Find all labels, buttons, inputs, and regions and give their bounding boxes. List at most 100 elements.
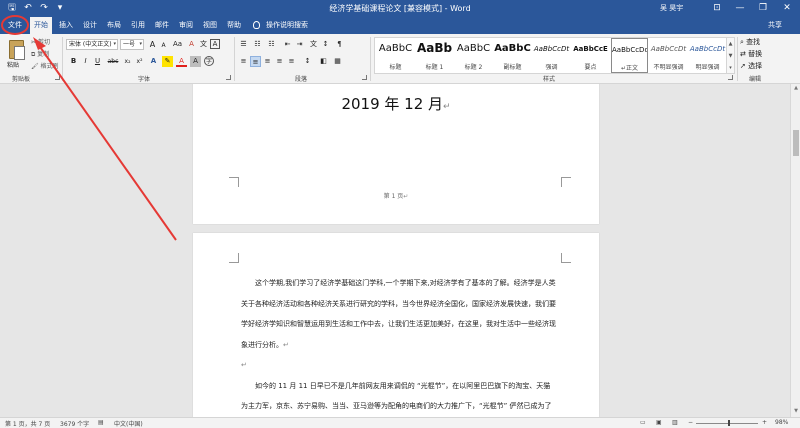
tab-references[interactable]: 引用	[128, 17, 148, 34]
distributed-button[interactable]: ≡	[286, 56, 297, 67]
word-count[interactable]: 3679 个字	[60, 419, 89, 428]
style-subtitle[interactable]: AaBbC 副标题	[494, 38, 531, 73]
scroll-thumb[interactable]	[793, 130, 799, 156]
body-text[interactable]: 这个学期,我们学习了经济学基础这门学科,一个学期下来,对经济学有了基本的了解。经…	[241, 273, 561, 417]
italic-button[interactable]: I	[80, 56, 91, 67]
document-area[interactable]: 2019 年 12 月↵ 第 1 页↵ 这个学期,我们学习了经济学基础这门学科,…	[0, 84, 790, 417]
underline-button[interactable]: U	[92, 56, 103, 67]
proofing-icon[interactable]: ▤	[98, 419, 104, 426]
font-size-combo[interactable]: 一号 ▾	[120, 39, 144, 50]
enclose-characters-button[interactable]: 字	[204, 56, 214, 66]
increase-indent-button[interactable]: ⇥	[294, 39, 305, 50]
tab-home[interactable]: 开始	[30, 17, 52, 34]
character-shading-button[interactable]: A	[190, 56, 201, 67]
style-title[interactable]: AaBbC 标题	[377, 38, 414, 73]
chevron-up-icon[interactable]: ▲	[727, 38, 734, 50]
replace-button[interactable]: ⇄ 替换	[740, 49, 762, 59]
share-button[interactable]: 共享	[768, 17, 782, 34]
find-button[interactable]: ⌕ 查找	[740, 37, 760, 47]
style-emphasis[interactable]: AaBbCcDt 强调	[533, 38, 570, 73]
zoom-out-button[interactable]: −	[688, 419, 693, 426]
styles-launcher-icon[interactable]	[728, 75, 733, 80]
phonetic-guide-button[interactable]: 文	[198, 39, 209, 50]
customize-quick-access-icon[interactable]: ▾	[54, 2, 66, 14]
style-subtle-emphasis[interactable]: AaBbCcDt 不明显强调	[650, 38, 687, 73]
style-heading-2[interactable]: AaBbC 标题 2	[455, 38, 492, 73]
page-2[interactable]: 这个学期,我们学习了经济学基础这门学科,一个学期下来,对经济学有了基本的了解。经…	[193, 233, 599, 417]
tab-file[interactable]: 文件	[4, 17, 26, 34]
text-effects-button[interactable]: A	[148, 56, 159, 67]
paragraph-launcher-icon[interactable]	[362, 75, 367, 80]
chinese-layout-button[interactable]: 文	[308, 39, 319, 50]
character-border-button[interactable]: A	[210, 39, 220, 49]
change-case-button[interactable]: Aa	[172, 39, 183, 50]
sort-button[interactable]: ↕	[320, 39, 331, 50]
bullets-button[interactable]: ☰	[238, 39, 249, 50]
highlight-button[interactable]: ✎	[162, 56, 173, 67]
minimize-button[interactable]: —	[729, 1, 751, 15]
scroll-down-icon[interactable]: ▼	[791, 408, 800, 414]
bold-button[interactable]: B	[68, 56, 79, 67]
show-marks-button[interactable]: ¶	[334, 39, 345, 50]
tab-review[interactable]: 审阅	[176, 17, 196, 34]
tab-insert[interactable]: 插入	[56, 17, 76, 34]
tab-layout[interactable]: 布局	[104, 17, 124, 34]
tab-help[interactable]: 帮助	[224, 17, 244, 34]
read-mode-icon[interactable]: ▭	[640, 419, 646, 426]
paste-button-label[interactable]: 粘贴	[7, 60, 19, 69]
language[interactable]: 中文(中国)	[114, 419, 143, 428]
maximize-button[interactable]: ❐	[752, 1, 774, 15]
borders-button[interactable]: ▦	[332, 56, 343, 67]
superscript-button[interactable]: x²	[134, 56, 145, 67]
web-layout-icon[interactable]: ▥	[672, 419, 678, 426]
print-layout-icon[interactable]: ▣	[656, 419, 662, 426]
style-normal[interactable]: AaBbCcDd ↵正文	[611, 38, 648, 73]
style-intense-emphasis[interactable]: AaBbCcDt 明显强调	[689, 38, 726, 73]
page-1[interactable]: 2019 年 12 月↵ 第 1 页↵	[193, 84, 599, 224]
grow-font-button[interactable]: A	[147, 39, 158, 50]
redo-icon[interactable]: ↷	[38, 2, 50, 14]
strikethrough-button[interactable]: abc	[106, 56, 120, 67]
vertical-scrollbar[interactable]: ▲ ▼	[790, 84, 800, 417]
zoom-slider-knob[interactable]	[728, 420, 730, 426]
align-right-button[interactable]: ≡	[262, 56, 273, 67]
align-center-button[interactable]: ≡	[250, 56, 261, 67]
styles-scroll[interactable]: ▲ ▼ ▾	[727, 37, 735, 74]
paste-icon[interactable]	[9, 40, 25, 60]
decrease-indent-button[interactable]: ⇤	[282, 39, 293, 50]
tab-view[interactable]: 视图	[200, 17, 220, 34]
zoom-slider[interactable]	[696, 423, 758, 424]
ribbon-display-options-button[interactable]: ⊡	[706, 1, 728, 15]
save-icon[interactable]: 🖫	[6, 2, 18, 14]
shrink-font-button[interactable]: A	[158, 40, 169, 51]
select-button[interactable]: ➚ 选择	[740, 61, 762, 71]
font-launcher-icon[interactable]	[226, 75, 231, 80]
numbering-button[interactable]: ☷	[252, 39, 263, 50]
subscript-button[interactable]: x₂	[122, 56, 133, 67]
scroll-up-icon[interactable]: ▲	[791, 85, 800, 91]
tab-mailings[interactable]: 邮件	[152, 17, 172, 34]
multilevel-list-button[interactable]: ☷	[266, 39, 277, 50]
user-name[interactable]: 吴 昊宇	[660, 3, 683, 13]
style-strong[interactable]: AaBbCcE 要点	[572, 38, 609, 73]
chevron-down-icon[interactable]: ▼	[727, 50, 734, 62]
zoom-level[interactable]: 98%	[775, 419, 788, 426]
format-painter-button[interactable]: 🖌 格式刷	[31, 61, 59, 70]
cut-button[interactable]: ✂ 剪切	[31, 37, 50, 46]
copy-button[interactable]: ⧉ 复制	[31, 49, 49, 59]
style-heading-1[interactable]: AaBb 标题 1	[416, 38, 453, 73]
more-styles-icon[interactable]: ▾	[727, 62, 734, 74]
zoom-in-button[interactable]: +	[762, 419, 767, 426]
page-count[interactable]: 第 1 页，共 7 页	[5, 419, 50, 428]
font-name-combo[interactable]: 宋体 (中文正文) ▾	[66, 39, 118, 50]
clipboard-launcher-icon[interactable]	[55, 75, 60, 80]
shading-button[interactable]: ◧	[318, 56, 329, 67]
close-button[interactable]: ✕	[776, 1, 798, 15]
font-color-button[interactable]: A	[176, 56, 187, 67]
justify-button[interactable]: ≡	[274, 56, 285, 67]
tell-me-search[interactable]: 操作说明搜索	[253, 17, 308, 34]
undo-icon[interactable]: ↶	[22, 2, 34, 14]
line-spacing-button[interactable]: ↕	[302, 56, 313, 67]
clear-formatting-button[interactable]: A	[186, 39, 197, 50]
align-left-button[interactable]: ≡	[238, 56, 249, 67]
